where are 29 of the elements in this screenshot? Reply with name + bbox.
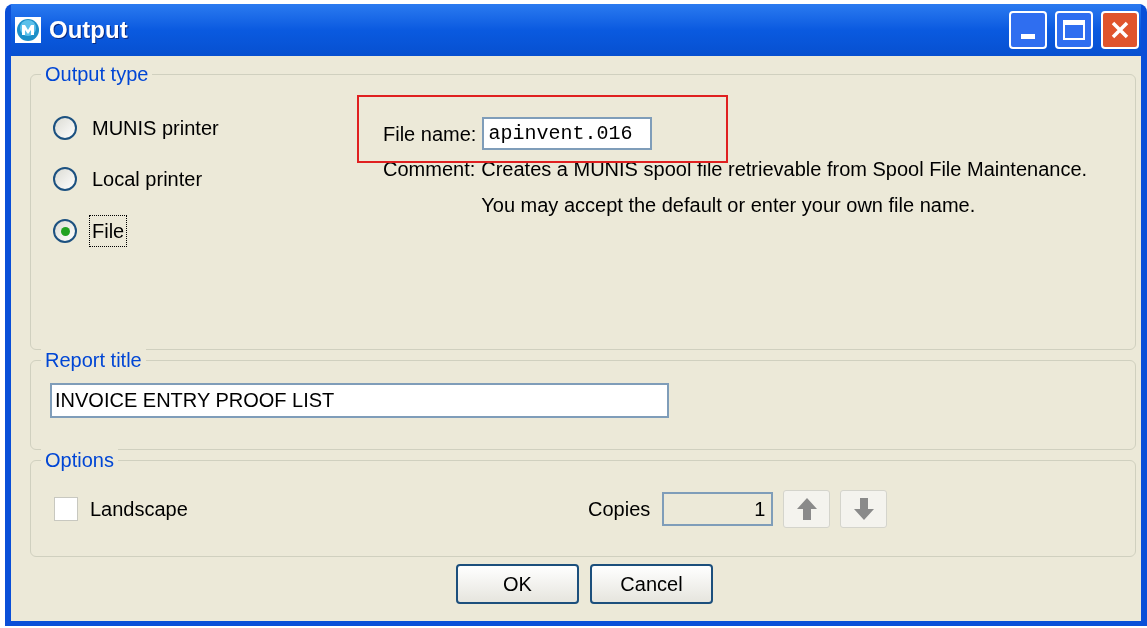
close-icon [1110,20,1130,40]
dialog-button[interactable]: Cancel [590,564,713,604]
radio-button[interactable] [53,116,77,140]
dialog-button[interactable]: OK [456,564,579,604]
checkbox[interactable] [54,496,78,521]
checkbox-label[interactable]: Landscape [90,493,188,524]
radio-button[interactable] [53,167,77,191]
report-title-field[interactable]: INVOICE ENTRY PROOF LIST [50,383,669,418]
minimize-button[interactable] [1009,11,1047,49]
comment-text: You may accept the default or enter your own file name. [481,193,977,218]
field-label: File name: [383,121,477,147]
arrow-up-icon [795,496,818,521]
app-logo-icon [15,17,41,43]
field-label: Comment: [383,157,476,182]
arrow-down-icon [852,496,875,521]
copies-field[interactable]: 1 [662,491,774,526]
radio-button[interactable] [53,219,77,243]
radio-label[interactable]: Local printer [89,164,206,194]
group-label: Options [41,447,118,473]
radio-label[interactable]: File [89,215,128,247]
file-name-field[interactable]: apinvent.016 [482,117,653,150]
close-button[interactable] [1101,11,1139,49]
maximize-button[interactable] [1055,11,1093,49]
window-title: Output [49,15,129,45]
field-label: Copies [588,496,651,522]
group-label: Report title [41,347,146,373]
increment-button[interactable] [783,489,831,528]
decrement-button[interactable] [840,489,888,528]
radio-label[interactable]: MUNIS printer [89,113,222,143]
